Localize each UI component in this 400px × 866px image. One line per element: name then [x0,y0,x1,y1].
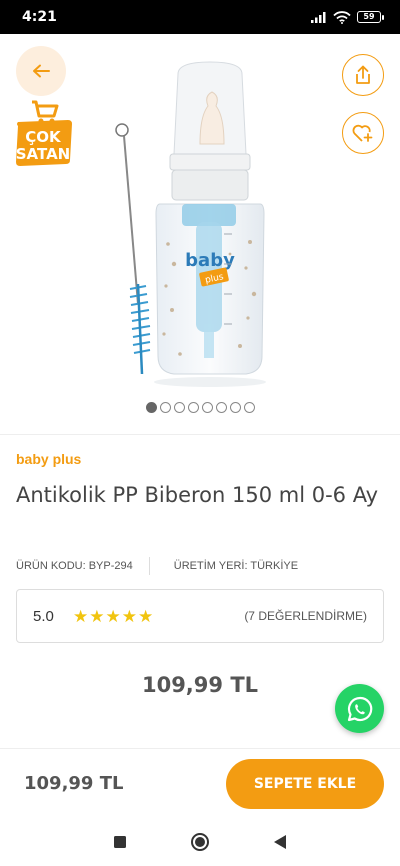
circle-nav-icon [191,833,209,851]
bottom-price: 109,99 TL [24,773,124,794]
product-code: ÜRÜN KODU: BYP-294 [16,560,133,572]
product-image: baby plus [115,61,266,387]
star-icon: ★ [121,606,137,626]
share-icon [356,65,370,84]
bestseller-badge: ÇOK SATAN [10,98,76,170]
triangle-nav-icon [274,835,286,849]
system-nav-bar [0,818,400,866]
recents-button[interactable] [105,827,135,857]
heart-plus-icon [352,124,373,142]
add-to-cart-button[interactable]: SEPETE EKLE [226,758,384,809]
product-brand[interactable]: baby plus [16,451,81,467]
gallery-dot[interactable] [145,402,157,413]
star-icon: ★ [138,606,154,626]
product-title: Antikolik PP Biberon 150 ml 0-6 Ay [16,483,379,507]
back-arrow-icon [33,64,50,78]
share-button[interactable] [342,54,384,96]
gallery-dot[interactable] [215,402,227,413]
wifi-icon [333,10,351,24]
status-bar: 4:21 59 [0,0,400,34]
badge-line-1: ÇOK [25,128,61,146]
gallery-dot[interactable] [173,402,185,413]
battery-level: 59 [357,11,381,23]
whatsapp-icon [347,696,372,721]
gallery-dot[interactable] [187,402,199,413]
review-count[interactable]: (7 DEĞERLENDİRME) [244,609,367,623]
divider [0,434,400,435]
product-meta: ÜRÜN KODU: BYP-294 ÜRETİM YERİ: TÜRKİYE [16,557,298,575]
product-gallery[interactable]: ÇOK SATAN baby plus [0,34,400,434]
product-origin: ÜRETİM YERİ: TÜRKİYE [173,560,299,572]
whatsapp-button[interactable] [335,684,384,733]
gallery-dot[interactable] [159,402,171,413]
back-nav-button[interactable] [265,827,295,857]
back-button[interactable] [16,46,66,96]
star-icon: ★ [89,606,105,626]
status-time: 4:21 [22,9,57,25]
signal-icon [311,12,326,23]
battery-icon: 59 [357,11,384,23]
status-icons: 59 [311,10,384,24]
square-nav-icon [114,836,126,848]
star-icon: ★ [73,606,89,626]
star-icon: ★ [105,606,121,626]
gallery-dot[interactable] [243,402,255,413]
svg-text:baby: baby [185,250,235,271]
gallery-pagination[interactable] [0,402,400,413]
home-button[interactable] [185,827,215,857]
rating-summary[interactable]: 5.0 ★ ★ ★ ★ ★ (7 DEĞERLENDİRME) [16,589,384,643]
gallery-dot[interactable] [201,402,213,413]
add-favorite-button[interactable] [342,112,384,154]
purchase-bar: 109,99 TL SEPETE EKLE [0,748,400,818]
gallery-dot[interactable] [229,402,241,413]
badge-line-2: SATAN [15,145,71,163]
rating-stars: ★ ★ ★ ★ ★ [73,608,153,625]
rating-score: 5.0 [33,607,54,625]
